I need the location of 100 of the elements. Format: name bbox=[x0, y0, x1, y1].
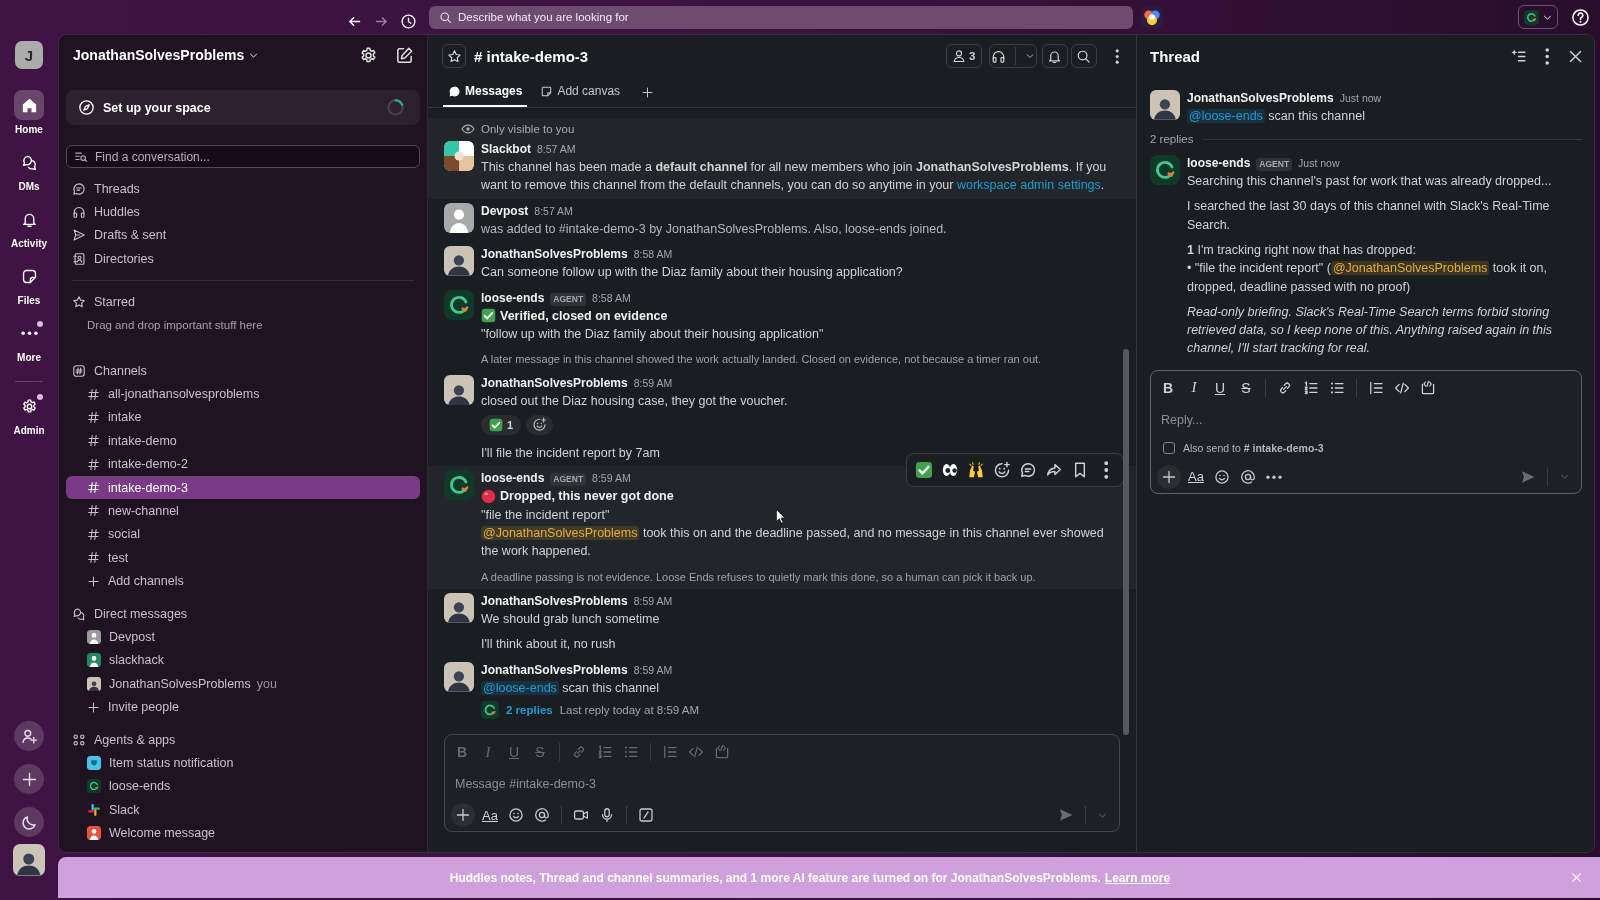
message-input-field[interactable]: Message #intake-demo-3 bbox=[455, 777, 1111, 791]
app-item[interactable]: Slack bbox=[66, 798, 420, 822]
more-button[interactable]: More bbox=[0, 318, 58, 375]
message-time[interactable]: 8:59 AM bbox=[592, 469, 631, 488]
author-name[interactable]: Devpost bbox=[481, 201, 529, 220]
underline-button[interactable]: U bbox=[1209, 376, 1231, 399]
channel-item[interactable]: new-channel bbox=[66, 499, 420, 523]
code-block-icon[interactable] bbox=[1420, 379, 1436, 396]
message-input-field[interactable]: Reply... bbox=[1161, 412, 1573, 427]
author-name[interactable]: loose-ends bbox=[481, 469, 545, 488]
section-header[interactable]: Channels bbox=[66, 358, 420, 383]
blockquote-icon[interactable] bbox=[1368, 379, 1384, 396]
more-icon[interactable] bbox=[1265, 474, 1282, 480]
more-icon[interactable] bbox=[1544, 47, 1549, 65]
huddle-button[interactable] bbox=[988, 44, 1037, 68]
message-time[interactable]: 8:59 AM bbox=[633, 660, 673, 679]
workspace-button[interactable]: J bbox=[15, 41, 43, 69]
app-item[interactable]: loose-ends bbox=[66, 774, 420, 798]
author-name[interactable]: JonathanSolvesProblems bbox=[1187, 89, 1334, 107]
message-time[interactable]: Just now bbox=[1298, 154, 1340, 173]
message-time[interactable]: 8:58 AM bbox=[592, 288, 631, 307]
more-icon[interactable] bbox=[1103, 461, 1108, 480]
members-button[interactable]: 3 bbox=[945, 44, 982, 68]
author-name[interactable]: Slackbot bbox=[481, 140, 531, 158]
notifications-button[interactable] bbox=[1041, 44, 1068, 68]
admin-button[interactable]: Admin bbox=[0, 391, 58, 448]
add-channels-button[interactable]: Add channels bbox=[66, 569, 420, 593]
channel-item[interactable]: test bbox=[66, 546, 420, 570]
dm-item[interactable]: Devpost bbox=[66, 625, 420, 649]
help-icon[interactable] bbox=[1571, 7, 1590, 27]
message-time[interactable]: 8:57 AM bbox=[537, 140, 576, 158]
add-reaction-button[interactable] bbox=[526, 414, 554, 435]
scrollbar-thumb[interactable] bbox=[1123, 349, 1129, 735]
sidebar-nav-item[interactable]: Huddles bbox=[66, 200, 420, 224]
activity-button[interactable]: Activity bbox=[0, 204, 58, 261]
check-mark-emoji-icon[interactable] bbox=[914, 461, 933, 480]
conversation-search-field[interactable]: Find a conversation... bbox=[66, 145, 420, 168]
channel-item[interactable]: intake-demo-3 bbox=[66, 475, 420, 500]
channel-item[interactable]: social bbox=[66, 522, 420, 547]
send-icon[interactable] bbox=[1520, 468, 1536, 485]
settings-icon[interactable] bbox=[359, 45, 378, 65]
emoji-icon[interactable] bbox=[1213, 468, 1230, 485]
app-item[interactable]: Item status notification bbox=[66, 751, 420, 775]
author-name[interactable]: JonathanSolvesProblems bbox=[481, 245, 628, 264]
text-format-button[interactable]: Aa bbox=[1185, 469, 1207, 485]
user-mention[interactable]: @JonathanSolvesProblems bbox=[481, 526, 640, 541]
attach-button[interactable] bbox=[1157, 464, 1181, 489]
add-tab-icon[interactable] bbox=[641, 85, 655, 99]
at-sign-icon[interactable] bbox=[1239, 468, 1256, 485]
author-name[interactable]: JonathanSolvesProblems bbox=[481, 591, 628, 610]
reply-bubble-icon[interactable] bbox=[1018, 461, 1037, 480]
dm-item[interactable]: JonathanSolvesProblems you bbox=[66, 672, 420, 696]
section-header[interactable]: Direct messages bbox=[66, 601, 420, 626]
add-person-button[interactable] bbox=[14, 721, 44, 751]
sidebar-nav-item[interactable]: Directories bbox=[66, 247, 420, 271]
user-mention[interactable]: @JonathanSolvesProblems bbox=[1330, 261, 1490, 276]
message-time[interactable]: 8:58 AM bbox=[633, 245, 673, 264]
tab[interactable]: Add canvas bbox=[535, 77, 626, 107]
colorful-blob-tile-icon[interactable] bbox=[1141, 6, 1163, 28]
home-button[interactable]: Home bbox=[0, 90, 58, 147]
reaction-button[interactable]: 1 bbox=[481, 414, 522, 435]
star-button[interactable] bbox=[442, 44, 466, 68]
history-icon[interactable] bbox=[400, 13, 417, 30]
message-time[interactable]: 8:59 AM bbox=[633, 374, 673, 393]
sidebar-nav-item[interactable]: Drafts & sent bbox=[66, 223, 420, 248]
send-icon[interactable] bbox=[1058, 807, 1074, 823]
message-time[interactable]: 8:59 AM bbox=[633, 591, 673, 610]
checkbox[interactable] bbox=[1163, 441, 1175, 454]
message-time[interactable]: Just now bbox=[1339, 89, 1382, 107]
user-mention[interactable]: @loose-ends bbox=[481, 680, 559, 695]
workspace-switcher-button[interactable] bbox=[1518, 5, 1558, 29]
avatar-photo-placeholder[interactable] bbox=[13, 844, 45, 876]
replies-link[interactable]: 2 replies bbox=[506, 704, 553, 717]
video-camera-icon[interactable] bbox=[572, 807, 589, 823]
dms-button[interactable]: DMs bbox=[0, 147, 58, 204]
channel-item[interactable]: intake bbox=[66, 405, 420, 430]
compose-icon[interactable] bbox=[395, 45, 414, 65]
moon-button[interactable] bbox=[14, 807, 44, 837]
channel-item[interactable]: intake-demo-2 bbox=[66, 452, 420, 476]
plus-button[interactable] bbox=[14, 764, 44, 794]
author-name[interactable]: JonathanSolvesProblems bbox=[481, 660, 628, 679]
strikethrough-button[interactable]: S bbox=[1235, 376, 1257, 399]
dm-item[interactable]: slackhack bbox=[66, 648, 420, 673]
numbered-list-icon[interactable] bbox=[1303, 379, 1319, 396]
channel-item[interactable]: all-jonathansolvesproblems bbox=[66, 382, 420, 406]
workspace-name[interactable]: JonathanSolvesProblems bbox=[73, 47, 245, 63]
files-button[interactable]: Files bbox=[0, 261, 58, 318]
search-button[interactable] bbox=[1070, 44, 1097, 68]
sidebar-nav-item[interactable]: Threads bbox=[66, 177, 420, 201]
at-sign-icon[interactable] bbox=[533, 807, 550, 823]
section-header[interactable]: Agents & apps bbox=[66, 727, 420, 752]
italic-button[interactable]: I bbox=[1183, 376, 1205, 399]
tab[interactable]: Messages bbox=[443, 77, 528, 107]
search-field[interactable]: Describe what you are looking for bbox=[429, 5, 1133, 29]
text-format-button[interactable]: Aa bbox=[479, 807, 501, 823]
raised-hands-emoji-icon[interactable] bbox=[966, 461, 985, 480]
settings-link[interactable]: workspace admin settings bbox=[956, 178, 1101, 193]
invite-people-button[interactable]: Invite people bbox=[66, 695, 420, 719]
section-header[interactable]: Starred bbox=[66, 290, 420, 314]
more-icon[interactable] bbox=[1114, 48, 1119, 64]
